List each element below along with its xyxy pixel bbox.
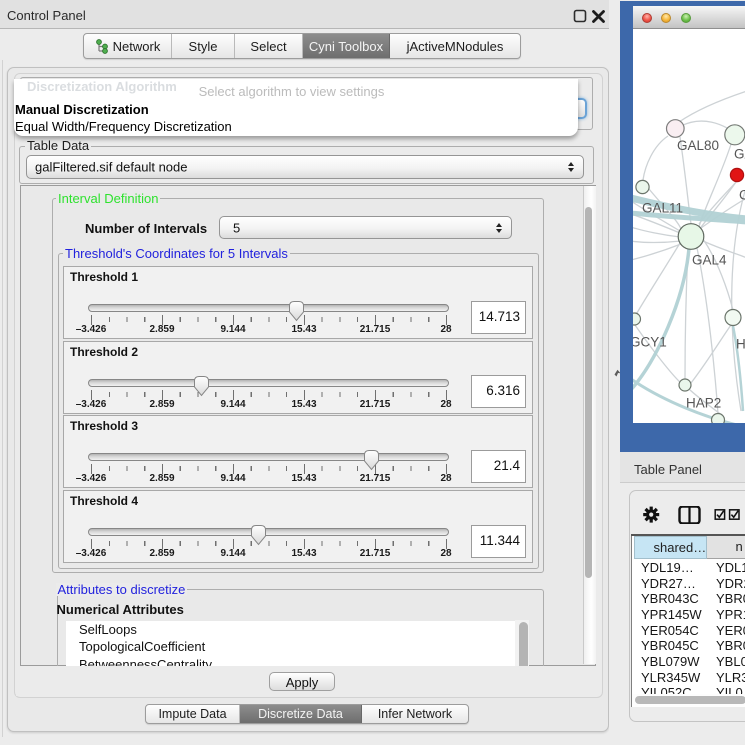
svg-text:GA: GA bbox=[734, 147, 745, 162]
svg-text:GCY1: GCY1 bbox=[633, 335, 667, 350]
svg-text:GAL80: GAL80 bbox=[677, 138, 719, 153]
svg-text:C: C bbox=[739, 188, 745, 203]
svg-text:H: H bbox=[736, 337, 745, 352]
svg-text:GAL11: GAL11 bbox=[642, 201, 683, 216]
svg-text:GAL4: GAL4 bbox=[692, 253, 727, 268]
svg-text:HAP2: HAP2 bbox=[686, 396, 721, 411]
